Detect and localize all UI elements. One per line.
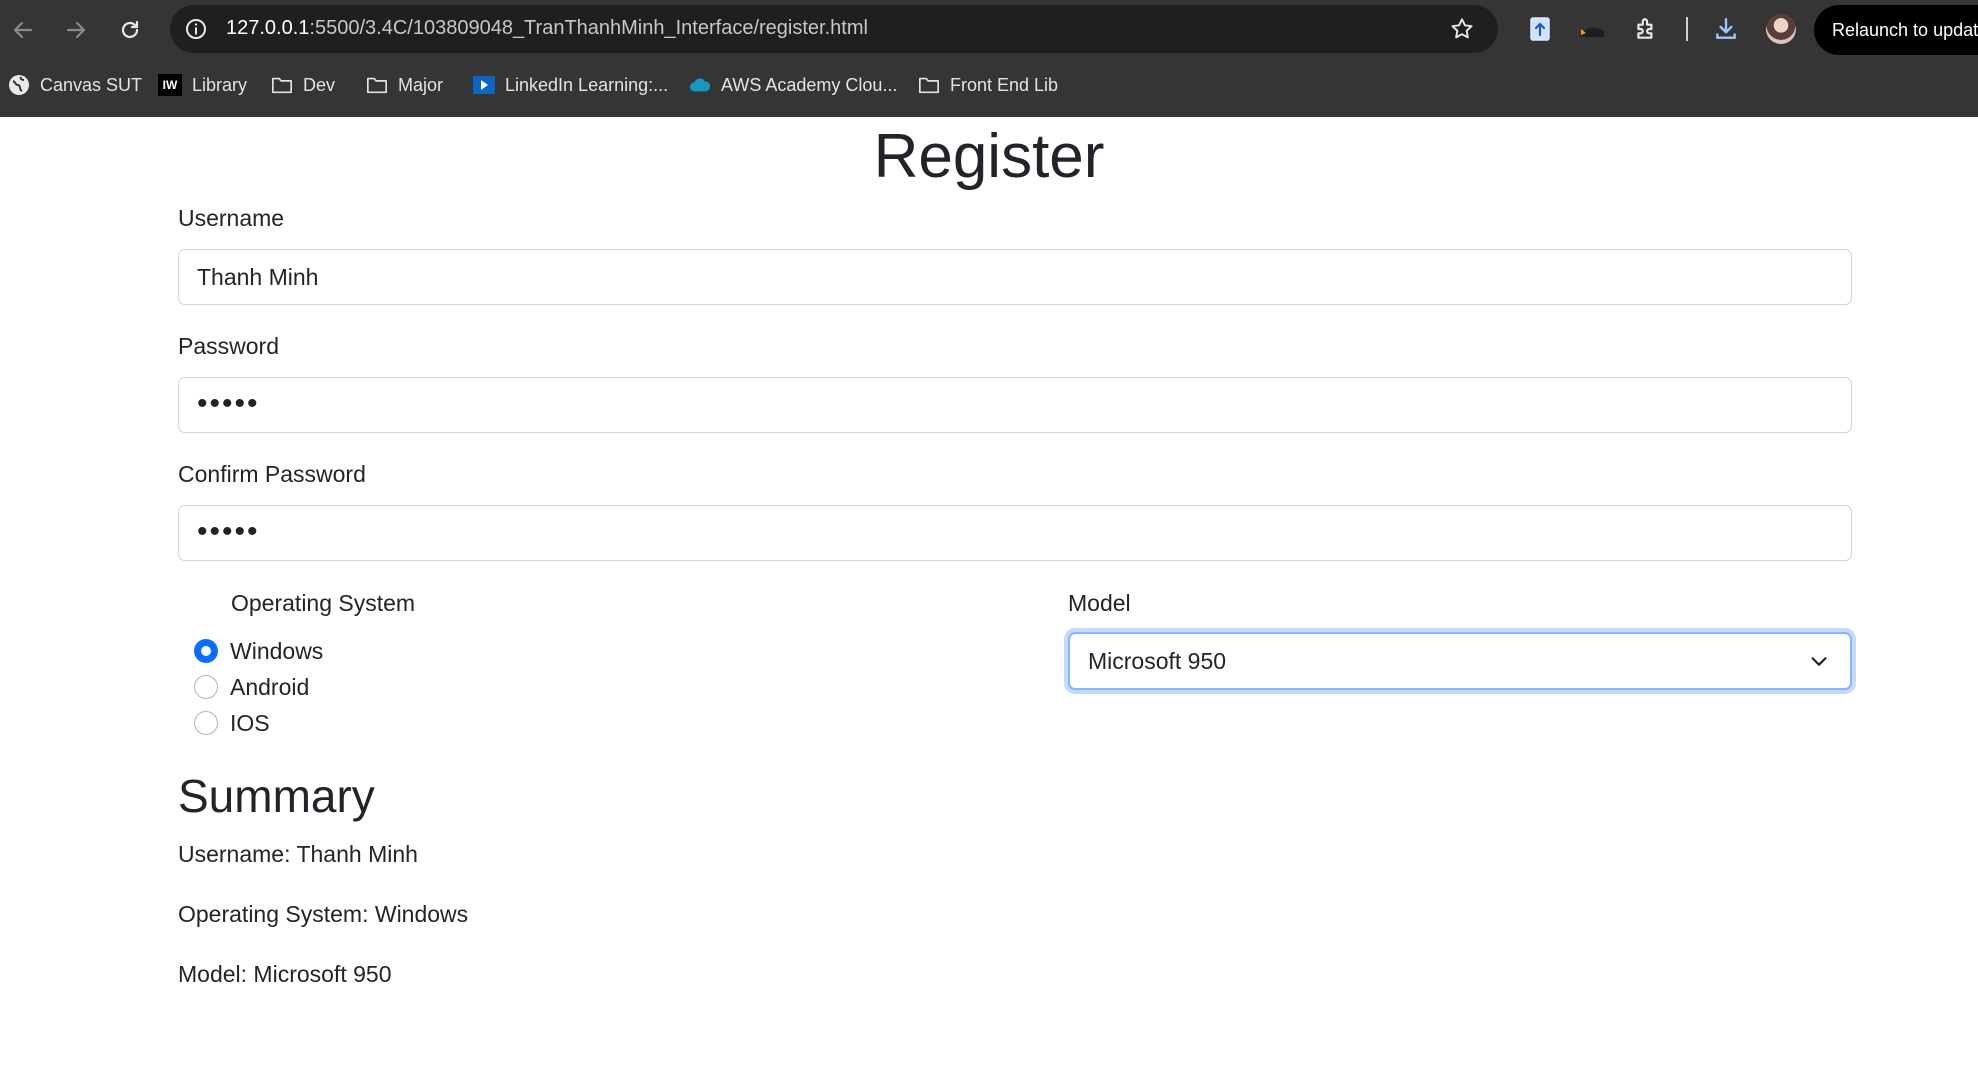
browser-chrome: 127.0.0.1:5500/3.4C/103809048_TranThanhM… <box>0 0 1978 117</box>
bookmarks-bar: Canvas SUT IW Library Dev Major LinkedIn… <box>0 64 1978 106</box>
folder-icon <box>366 74 388 96</box>
browser-toolbar: 127.0.0.1:5500/3.4C/103809048_TranThanhM… <box>0 0 1978 60</box>
page-title: Register <box>873 122 1105 191</box>
download-icon[interactable] <box>1710 13 1742 45</box>
arrow-right-icon <box>66 21 86 39</box>
bookmark-label: Major <box>398 74 444 95</box>
url-text[interactable]: 127.0.0.1:5500/3.4C/103809048_TranThanhM… <box>226 17 868 40</box>
extension-orange-icon[interactable] <box>1576 13 1608 45</box>
extensions-puzzle-icon[interactable] <box>1630 13 1662 45</box>
bookmark-label: AWS Academy Clou... <box>721 74 898 95</box>
page-content: Register Username Thanh Minh Password ••… <box>0 117 1978 1081</box>
os-option-windows[interactable]: Windows <box>194 636 323 666</box>
radio-unchecked[interactable] <box>194 675 218 699</box>
bookmark-aws-academy[interactable]: AWS Academy Clou... <box>689 70 897 100</box>
bookmark-label: Front End Lib <box>950 74 1059 95</box>
summary-username: Username: Thanh Minh <box>178 841 418 867</box>
folder-icon <box>271 74 293 96</box>
iw-logo-icon: IW <box>158 74 182 96</box>
relaunch-button[interactable]: Relaunch to update <box>1814 5 1978 55</box>
radio-unchecked[interactable] <box>194 711 218 735</box>
confirm-password-label: Confirm Password <box>178 461 366 487</box>
radio-label: IOS <box>230 709 270 736</box>
os-option-ios[interactable]: IOS <box>194 708 270 738</box>
cloud-icon <box>689 74 711 96</box>
bookmark-front-end-lib[interactable]: Front End Lib <box>918 70 1058 100</box>
globe-icon <box>8 74 30 96</box>
url-path: :5500/3.4C/103809048_TranThanhMinh_Inter… <box>309 17 868 39</box>
bookmark-library[interactable]: IW Library <box>158 70 247 100</box>
bookmark-label: Dev <box>303 74 336 95</box>
username-input[interactable]: Thanh Minh <box>178 249 1852 305</box>
radio-label: Android <box>230 673 310 700</box>
bookmark-linkedin-learning[interactable]: LinkedIn Learning:... <box>473 70 668 100</box>
reload-icon <box>121 20 139 39</box>
password-input[interactable]: ••••• <box>178 377 1852 433</box>
folder-icon <box>918 74 940 96</box>
profile-avatar[interactable] <box>1766 14 1796 44</box>
password-label: Password <box>178 333 279 359</box>
arrow-left-icon <box>13 21 33 39</box>
operating-system-label: Operating System <box>231 590 416 616</box>
model-label: Model <box>1068 590 1131 616</box>
toolbar-divider <box>1686 17 1688 41</box>
confirm-password-input[interactable]: ••••• <box>178 505 1852 561</box>
forward-button[interactable] <box>56 10 96 50</box>
bookmark-dev[interactable]: Dev <box>271 70 335 100</box>
address-bar[interactable]: 127.0.0.1:5500/3.4C/103809048_TranThanhM… <box>170 5 1498 53</box>
summary-operating-system: Operating System: Windows <box>178 901 469 927</box>
play-icon <box>473 74 495 96</box>
username-label: Username <box>178 205 285 231</box>
bookmark-label: LinkedIn Learning:... <box>505 74 669 95</box>
reload-button[interactable] <box>110 10 150 50</box>
bookmark-star-icon[interactable] <box>1448 15 1476 43</box>
bookmark-major[interactable]: Major <box>366 70 443 100</box>
extension-upload-icon[interactable] <box>1524 13 1556 45</box>
bookmark-canvas-sut[interactable]: Canvas SUT <box>8 70 142 100</box>
url-host: 127.0.0.1 <box>226 17 310 39</box>
model-selected-value: Microsoft 950 <box>1088 648 1227 674</box>
radio-checked[interactable] <box>194 639 218 663</box>
bookmark-label: Library <box>192 74 248 95</box>
bookmark-label: Canvas SUT <box>40 74 143 95</box>
summary-model: Model: Microsoft 950 <box>178 961 392 987</box>
radio-label: Windows <box>230 637 324 664</box>
site-info-icon[interactable] <box>182 15 210 43</box>
back-button[interactable] <box>3 10 43 50</box>
summary-heading: Summary <box>178 770 375 822</box>
os-option-android[interactable]: Android <box>194 672 309 702</box>
model-select[interactable]: Microsoft 950 <box>1068 632 1852 690</box>
chevron-down-icon <box>1811 657 1827 666</box>
